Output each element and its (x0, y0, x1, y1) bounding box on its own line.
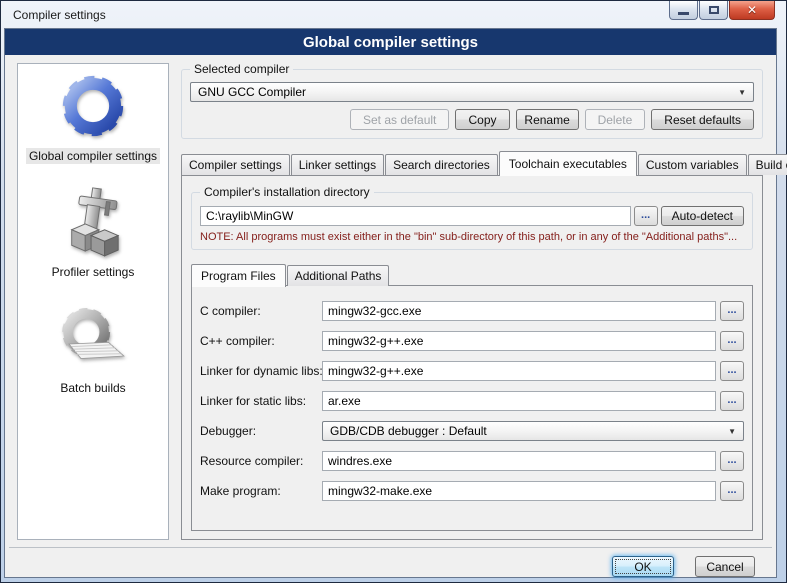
tab-search-directories[interactable]: Search directories (385, 154, 498, 175)
rename-button[interactable]: Rename (516, 109, 579, 130)
close-button[interactable]: ✕ (729, 1, 775, 20)
sidebar-item-label: Profiler settings (49, 264, 138, 280)
cpp-compiler-browse-button[interactable]: ... (720, 331, 744, 351)
window-title: Compiler settings (13, 8, 106, 22)
compiler-buttons-row: Set as default Copy Rename Delete Reset … (190, 109, 754, 130)
set-as-default-button[interactable]: Set as default (350, 109, 449, 130)
caliper-blocks-icon (62, 184, 124, 260)
field-row-cpp-compiler: C++ compiler: ... (200, 331, 744, 351)
make-program-browse-button[interactable]: ... (720, 481, 744, 501)
resource-compiler-browse-button[interactable]: ... (720, 451, 744, 471)
dialog-content: Global compiler settings (5, 55, 776, 542)
dialog-header: Global compiler settings (5, 29, 776, 55)
selected-compiler-group: Selected compiler GNU GCC Compiler ▼ Set… (181, 69, 763, 139)
sidebar-item-label: Batch builds (57, 380, 128, 396)
static-linker-input[interactable] (322, 391, 716, 411)
program-files-subtabs: Program Files Additional Paths (191, 264, 753, 286)
dialog-header-title: Global compiler settings (303, 34, 478, 51)
make-program-input[interactable] (322, 481, 716, 501)
install-dir-group: Compiler's installation directory ... Au… (191, 192, 753, 250)
tab-linker-settings[interactable]: Linker settings (291, 154, 384, 175)
chevron-down-icon: ▼ (738, 88, 746, 97)
install-dir-input[interactable] (200, 206, 631, 226)
gray-gear-stack-icon (57, 300, 129, 376)
delete-button[interactable]: Delete (585, 109, 646, 130)
maximize-icon (709, 6, 719, 14)
dynamic-linker-browse-button[interactable]: ... (720, 361, 744, 381)
cpp-compiler-input[interactable] (322, 331, 716, 351)
field-row-c-compiler: C compiler: ... (200, 301, 744, 321)
minimize-button[interactable] (669, 1, 698, 20)
compiler-settings-window: Compiler settings ✕ Global compiler sett… (0, 0, 787, 583)
chevron-down-icon: ▼ (728, 427, 736, 436)
field-row-resource-compiler: Resource compiler: ... (200, 451, 744, 471)
compiler-select-value: GNU GCC Compiler (198, 85, 738, 99)
toolchain-executables-panel: Compiler's installation directory ... Au… (181, 175, 763, 540)
main-panel: Selected compiler GNU GCC Compiler ▼ Set… (181, 63, 763, 540)
title-bar[interactable]: Compiler settings ✕ (4, 1, 777, 28)
field-row-dynamic-linker: Linker for dynamic libs: ... (200, 361, 744, 381)
copy-button[interactable]: Copy (455, 109, 509, 130)
program-files-panel: C compiler: ... C++ compiler: ... Linker… (191, 285, 753, 531)
debugger-select[interactable]: GDB/CDB debugger : Default ▼ (322, 421, 744, 441)
close-icon: ✕ (747, 4, 757, 16)
field-label: Make program: (200, 484, 318, 498)
settings-tabstrip: Compiler settings Linker settings Search… (181, 151, 763, 175)
reset-defaults-button[interactable]: Reset defaults (651, 109, 754, 130)
c-compiler-browse-button[interactable]: ... (720, 301, 744, 321)
cancel-button[interactable]: Cancel (695, 556, 755, 577)
tab-toolchain-executables[interactable]: Toolchain executables (499, 151, 637, 176)
dialog-footer: OK Cancel (5, 542, 776, 577)
field-label: Debugger: (200, 424, 318, 438)
resource-compiler-input[interactable] (322, 451, 716, 471)
selected-compiler-group-label: Selected compiler (190, 62, 293, 76)
ok-button[interactable]: OK (612, 556, 674, 577)
blue-gear-icon (59, 68, 127, 144)
subtab-additional-paths[interactable]: Additional Paths (287, 265, 390, 286)
tab-build-options[interactable]: Build options (748, 154, 787, 175)
sidebar-item-global-compiler-settings[interactable]: Global compiler settings (26, 68, 160, 164)
install-dir-row: ... Auto-detect (200, 206, 744, 226)
field-row-make-program: Make program: ... (200, 481, 744, 501)
field-row-debugger: Debugger: GDB/CDB debugger : Default ▼ (200, 421, 744, 441)
window-controls: ✕ (669, 1, 775, 20)
minimize-icon (678, 12, 689, 15)
auto-detect-button[interactable]: Auto-detect (661, 206, 744, 226)
field-label: C++ compiler: (200, 334, 318, 348)
field-label: Linker for static libs: (200, 394, 318, 408)
install-dir-note: NOTE: All programs must exist either in … (200, 231, 744, 243)
settings-category-list: Global compiler settings (17, 63, 169, 540)
dialog-body: Global compiler settings (4, 28, 777, 578)
maximize-button[interactable] (699, 1, 728, 20)
dynamic-linker-input[interactable] (322, 361, 716, 381)
field-label: Linker for dynamic libs: (200, 364, 318, 378)
field-label: Resource compiler: (200, 454, 318, 468)
sidebar-item-batch-builds[interactable]: Batch builds (57, 300, 129, 396)
tab-compiler-settings[interactable]: Compiler settings (181, 154, 290, 175)
install-dir-browse-button[interactable]: ... (634, 206, 658, 226)
debugger-select-value: GDB/CDB debugger : Default (330, 424, 728, 438)
field-row-static-linker: Linker for static libs: ... (200, 391, 744, 411)
field-label: C compiler: (200, 304, 318, 318)
install-dir-group-label: Compiler's installation directory (200, 185, 374, 199)
sidebar-item-profiler-settings[interactable]: Profiler settings (49, 184, 138, 280)
static-linker-browse-button[interactable]: ... (720, 391, 744, 411)
compiler-select[interactable]: GNU GCC Compiler ▼ (190, 82, 754, 102)
c-compiler-input[interactable] (322, 301, 716, 321)
sidebar-item-label: Global compiler settings (26, 148, 160, 164)
tab-custom-variables[interactable]: Custom variables (638, 154, 747, 175)
subtab-program-files[interactable]: Program Files (191, 264, 286, 287)
footer-buttons: OK Cancel (5, 548, 776, 577)
